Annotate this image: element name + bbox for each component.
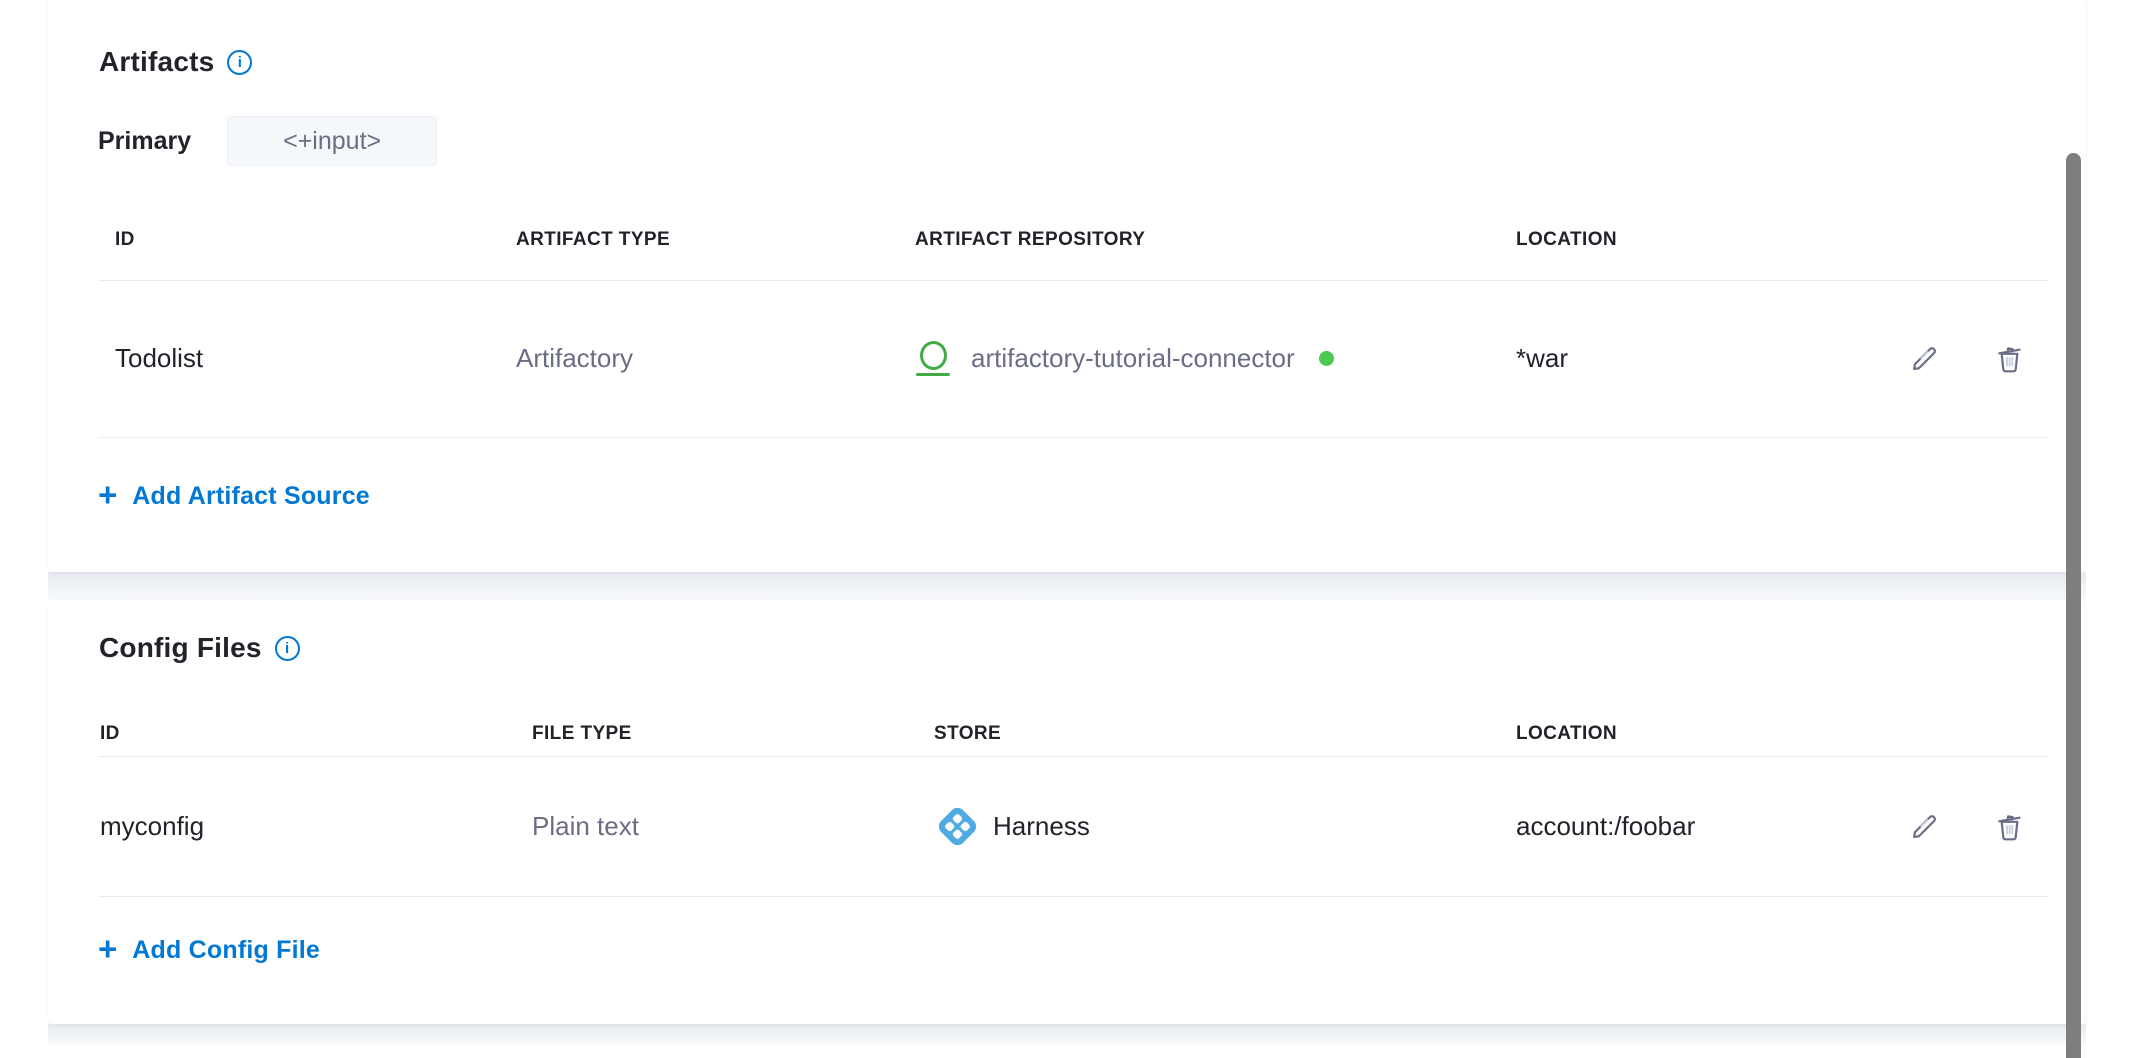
card-gap xyxy=(48,1024,2086,1045)
content-column: Artifacts i Primary <+input> ID ARTIFACT… xyxy=(48,0,2086,1058)
edit-artifact-button[interactable] xyxy=(1908,342,1941,375)
col-header-artifact-type: ARTIFACT TYPE xyxy=(516,229,915,251)
artifactory-connector-icon xyxy=(915,341,951,377)
config-file-id: myconfig xyxy=(100,811,532,842)
artifact-repository-cell: artifactory-tutorial-connector xyxy=(915,341,1516,377)
col-header-id: ID xyxy=(115,229,516,251)
config-files-table-header: ID FILE TYPE STORE LOCATION xyxy=(48,712,2086,756)
connector-status-dot xyxy=(1319,351,1334,366)
artifact-source-row: Todolist Artifactory artifactory-tutoria… xyxy=(48,280,2086,437)
artifact-row-actions xyxy=(1908,342,2086,375)
config-file-row-actions xyxy=(1908,810,2086,843)
artifact-type: Artifactory xyxy=(516,343,915,374)
col-header-location: LOCATION xyxy=(1516,229,1908,251)
primary-artifact-row: Primary <+input> xyxy=(98,116,437,166)
config-files-section-title: Config Files xyxy=(99,632,262,664)
vertical-scrollbar-thumb[interactable] xyxy=(2066,153,2081,1058)
harness-logo-icon xyxy=(934,803,980,849)
divider xyxy=(98,437,2048,438)
artifact-location: *war xyxy=(1516,343,1908,374)
info-icon[interactable]: i xyxy=(227,50,252,75)
primary-label: Primary xyxy=(98,127,191,156)
add-artifact-source-label: Add Artifact Source xyxy=(132,482,370,511)
col-header-id: ID xyxy=(100,723,532,745)
info-icon[interactable]: i xyxy=(275,636,300,661)
config-files-title-row: Config Files i xyxy=(99,632,300,664)
trash-icon xyxy=(1993,342,2026,375)
delete-artifact-button[interactable] xyxy=(1993,342,2026,375)
trash-icon xyxy=(1993,810,2026,843)
add-config-file-button[interactable]: + Add Config File xyxy=(98,934,320,967)
artifacts-title-row: Artifacts i xyxy=(99,46,252,78)
divider xyxy=(98,896,2048,897)
col-header-file-type: FILE TYPE xyxy=(532,723,934,745)
col-header-artifact-repository: ARTIFACT REPOSITORY xyxy=(915,229,1516,251)
config-file-store-name: Harness xyxy=(993,811,1090,842)
col-header-store: STORE xyxy=(934,723,1516,745)
primary-artifact-input[interactable]: <+input> xyxy=(227,116,437,166)
config-file-type: Plain text xyxy=(532,811,934,842)
config-file-store-cell: Harness xyxy=(934,803,1516,849)
artifacts-table-header: ID ARTIFACT TYPE ARTIFACT REPOSITORY LOC… xyxy=(48,218,2086,262)
add-artifact-source-button[interactable]: + Add Artifact Source xyxy=(98,480,370,513)
service-config-panel: Artifacts i Primary <+input> ID ARTIFACT… xyxy=(0,0,2130,1058)
delete-config-file-button[interactable] xyxy=(1993,810,2026,843)
pencil-icon xyxy=(1908,810,1941,843)
col-header-location: LOCATION xyxy=(1516,723,1908,745)
plus-icon: + xyxy=(98,932,117,965)
artifact-id: Todolist xyxy=(115,343,516,374)
add-config-file-label: Add Config File xyxy=(132,936,320,965)
artifact-repository-name: artifactory-tutorial-connector xyxy=(971,343,1295,374)
config-file-row: myconfig Plain text Harness account:/foo… xyxy=(48,756,2086,896)
config-files-card: Config Files i ID FILE TYPE STORE LOCATI… xyxy=(48,600,2086,1024)
artifacts-card: Artifacts i Primary <+input> ID ARTIFACT… xyxy=(48,0,2086,572)
pencil-icon xyxy=(1908,342,1941,375)
edit-config-file-button[interactable] xyxy=(1908,810,1941,843)
plus-icon: + xyxy=(98,478,117,511)
next-card-top-edge xyxy=(48,1045,2086,1058)
artifacts-section-title: Artifacts xyxy=(99,46,214,78)
card-gap xyxy=(48,572,2086,600)
config-file-location: account:/foobar xyxy=(1516,811,1908,842)
